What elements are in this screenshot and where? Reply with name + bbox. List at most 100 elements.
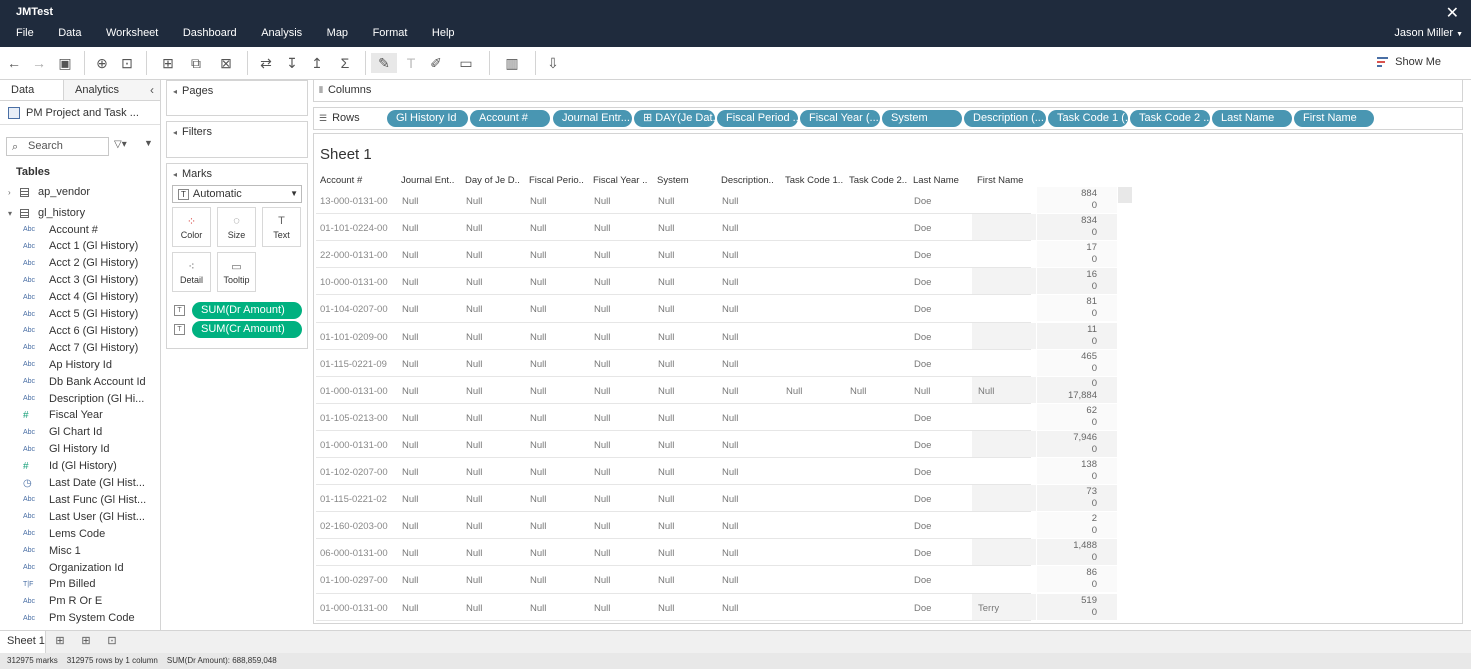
field-item[interactable]: Abc Pm System Code xyxy=(23,610,160,627)
collapse-pane-icon[interactable]: ‹ xyxy=(150,83,154,97)
table-gl-history[interactable]: ▾ gl_history xyxy=(8,205,85,221)
column-header[interactable]: Task Code 2.. xyxy=(849,175,911,186)
column-header[interactable]: Fiscal Perio.. xyxy=(529,175,591,186)
row-pill[interactable]: Last Name xyxy=(1212,110,1292,127)
mark-type-select[interactable]: T Automatic ▼ xyxy=(172,185,302,203)
field-item[interactable]: Abc Ap History Id xyxy=(23,356,160,373)
pages-card[interactable]: ◂ Pages xyxy=(166,80,308,116)
field-item[interactable]: Abc Account # xyxy=(23,221,160,238)
field-item[interactable]: Abc Acct 2 (Gl History) xyxy=(23,255,160,272)
chevron-down-icon[interactable]: ▾ xyxy=(8,209,18,218)
field-item[interactable]: Abc Acct 6 (Gl History) xyxy=(23,322,160,339)
row-pill[interactable]: Journal Entr... xyxy=(553,110,632,127)
column-header[interactable]: Account # xyxy=(320,175,392,186)
search-input[interactable]: ⌕ Search xyxy=(6,137,109,156)
column-header[interactable]: Journal Ent.. xyxy=(401,175,463,186)
row-pill[interactable]: First Name xyxy=(1294,110,1374,127)
field-item[interactable]: Abc Misc 1 xyxy=(23,542,160,559)
menu-item-analysis[interactable]: Analysis xyxy=(246,26,311,40)
text-button[interactable]: T Text xyxy=(262,207,301,247)
columns-shelf[interactable]: ⦀ Columns xyxy=(313,79,1463,102)
field-item[interactable]: Abc Acct 7 (Gl History) xyxy=(23,339,160,356)
scroll-indicator[interactable] xyxy=(1118,187,1132,203)
undo-icon[interactable]: ← xyxy=(6,53,22,73)
show-me-button[interactable]: Show Me xyxy=(1377,56,1441,68)
menu-item-help[interactable]: Help xyxy=(417,26,464,40)
filter-icon[interactable]: ▽▾ xyxy=(114,139,127,150)
new-datasource-icon[interactable]: ⊕ xyxy=(94,53,110,73)
field-item[interactable]: ◷ Last Date (Gl Hist... xyxy=(23,475,160,492)
datasource-item[interactable]: PM Project and Task ... xyxy=(0,101,160,125)
collapse-icon[interactable]: ◂ xyxy=(173,170,177,179)
field-item[interactable]: Abc Organization Id xyxy=(23,559,160,576)
collapse-icon[interactable]: ◂ xyxy=(173,87,177,96)
chevron-down-icon[interactable]: ▼ xyxy=(144,138,153,148)
fit-icon[interactable]: ▭ xyxy=(453,53,479,73)
new-worksheet-icon[interactable]: ⊞ xyxy=(156,53,180,73)
menu-item-worksheet[interactable]: Worksheet xyxy=(91,26,168,40)
row-pill[interactable]: Account # xyxy=(470,110,550,127)
tab-sheet-1[interactable]: Sheet 1 xyxy=(0,631,46,653)
save-icon[interactable]: ▣ xyxy=(57,53,73,73)
tab-analytics[interactable]: Analytics xyxy=(64,80,160,100)
tab-data[interactable]: Data xyxy=(0,80,64,100)
field-item[interactable]: Abc Gl Chart Id xyxy=(23,424,160,441)
format-icon[interactable]: ✐ xyxy=(428,53,444,73)
new-dashboard-icon[interactable]: ⊞ xyxy=(78,634,94,650)
field-item[interactable]: Abc Lems Code xyxy=(23,525,160,542)
row-pill[interactable]: System xyxy=(882,110,962,127)
field-item[interactable]: # Fiscal Year xyxy=(23,407,160,424)
menu-item-file[interactable]: File xyxy=(0,26,43,40)
row-pill[interactable]: Fiscal Year (... xyxy=(800,110,880,127)
rows-shelf[interactable]: ☰ Rows Gl History Id Account # Journal Entr… xyxy=(313,107,1463,130)
user-menu[interactable]: Jason Miller ▼ xyxy=(1394,27,1463,39)
field-item[interactable]: Abc Db Bank Account Id xyxy=(23,373,160,390)
duplicate-sheet-icon[interactable]: ⧉ xyxy=(188,53,204,73)
presentation-icon[interactable]: ▥ xyxy=(498,53,526,73)
swap-icon[interactable]: ⇄ xyxy=(258,53,274,73)
column-header[interactable]: Task Code 1.. xyxy=(785,175,847,186)
filters-card[interactable]: ◂ Filters xyxy=(166,121,308,158)
menu-item-map[interactable]: Map xyxy=(312,26,358,40)
tooltip-button[interactable]: ▭ Tooltip xyxy=(217,252,256,292)
field-item[interactable]: Abc Last Func (Gl Hist... xyxy=(23,491,160,508)
table-ap-vendor[interactable]: › ap_vendor xyxy=(8,184,90,200)
close-icon[interactable]: ✕ xyxy=(1446,3,1459,23)
totals-icon[interactable]: Σ xyxy=(335,53,355,73)
redo-icon[interactable]: → xyxy=(31,53,47,73)
share-icon[interactable]: ⇩ xyxy=(545,53,561,73)
chevron-right-icon[interactable]: › xyxy=(8,188,18,197)
column-header[interactable]: Day of Je D.. xyxy=(465,175,527,186)
row-pill[interactable]: Fiscal Period ... xyxy=(717,110,798,127)
size-button[interactable]: ◌ Size xyxy=(217,207,256,247)
field-item[interactable]: Abc Acct 1 (Gl History) xyxy=(23,238,160,255)
pause-updates-icon[interactable]: ⊡ xyxy=(119,53,135,73)
measure-pill-cr-amount[interactable]: SUM(Cr Amount) xyxy=(192,321,302,338)
field-item[interactable]: Abc Pm R Or E xyxy=(23,593,160,610)
column-header[interactable]: Fiscal Year .. xyxy=(593,175,655,186)
field-item[interactable]: Abc Acct 3 (Gl History) xyxy=(23,272,160,289)
field-item[interactable]: # Id (Gl History) xyxy=(23,458,160,475)
field-item[interactable]: Abc Gl History Id xyxy=(23,441,160,458)
menu-item-format[interactable]: Format xyxy=(358,26,417,40)
row-pill[interactable]: Task Code 1 (... xyxy=(1048,110,1128,127)
column-header[interactable]: System xyxy=(657,175,719,186)
menu-item-data[interactable]: Data xyxy=(43,26,91,40)
menu-item-dashboard[interactable]: Dashboard xyxy=(168,26,246,40)
collapse-icon[interactable]: ◂ xyxy=(173,128,177,137)
row-pill[interactable]: Gl History Id xyxy=(387,110,468,127)
field-item[interactable]: Abc Acct 4 (Gl History) xyxy=(23,289,160,306)
field-item[interactable]: Abc Acct 5 (Gl History) xyxy=(23,306,160,323)
field-item[interactable]: T|F Pm Billed xyxy=(23,576,160,593)
row-pill[interactable]: Task Code 2 ... xyxy=(1130,110,1210,127)
color-button[interactable]: ⁘ Color xyxy=(172,207,211,247)
field-item[interactable]: Abc Description (Gl Hi... xyxy=(23,390,160,407)
measure-pill-dr-amount[interactable]: SUM(Dr Amount) xyxy=(192,302,302,319)
field-item[interactable]: Abc Last User (Gl Hist... xyxy=(23,508,160,525)
column-header[interactable]: Last Name xyxy=(913,175,975,186)
column-header[interactable]: First Name xyxy=(977,175,1039,186)
new-story-icon[interactable]: ⊡ xyxy=(104,634,120,650)
detail-button[interactable]: ⁖ Detail xyxy=(172,252,211,292)
sort-descending-icon[interactable]: ↥ xyxy=(309,53,325,73)
clear-sheet-icon[interactable]: ⊠ xyxy=(214,53,238,73)
